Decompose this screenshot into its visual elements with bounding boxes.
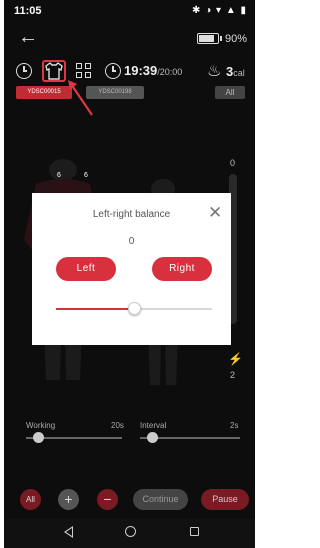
grid-icon[interactable] [76,63,92,79]
working-label: Working [26,421,56,430]
device-row: YDSC00015 YDSC00198 All [4,86,255,100]
nav-home-icon[interactable] [125,526,136,537]
figure-number-left: 6 [57,172,61,179]
intensity-bottom-value: 2 [230,370,236,380]
balance-slider-thumb[interactable] [128,302,141,315]
pause-button[interactable]: Pause [201,489,249,510]
minus-button[interactable]: − [97,489,118,510]
nav-back-icon[interactable] [64,526,73,538]
intensity-top-value: 0 [230,158,236,168]
calories: 3cal [226,64,245,79]
interval-value: 2s [230,421,239,430]
continue-button[interactable]: Continue [133,489,188,510]
balance-slider[interactable] [56,302,212,315]
close-icon[interactable]: ✕ [208,204,222,221]
balance-slider-fill [56,308,134,310]
all-button[interactable]: All [20,489,41,510]
interval-label: Interval [140,421,167,430]
app-screen: 11:05 ✱ ◑ ▾ ▲ ▮ ← 90% 19:39/20:00 ♨ 3cal… [4,0,255,548]
timer-total: /20:00 [157,67,183,77]
session-toolbar: 19:39/20:00 ♨ 3cal [4,60,255,84]
battery-icon [197,33,222,44]
status-time: 11:05 [14,5,42,17]
plus-button[interactable]: + [58,489,79,510]
clock-icon[interactable] [16,63,32,79]
all-devices-button[interactable]: All [215,86,245,99]
status-bar: 11:05 ✱ ◑ ▾ ▲ ▮ [4,0,255,22]
left-button[interactable]: Left [56,257,116,281]
interval-slider-thumb[interactable] [147,432,158,443]
lightning-icon: ⚡ [228,352,243,366]
calories-unit: cal [233,68,245,78]
shirt-icon [45,62,63,80]
annotation-arrow-icon [68,80,93,116]
back-arrow-icon[interactable]: ← [18,26,38,49]
suit-icon-button[interactable] [42,60,66,82]
timer-icon [105,63,121,79]
balance-value: 0 [128,236,135,247]
session-timer: 19:39/20:00 [124,63,182,78]
figure-number-right: 6 [84,172,88,179]
timer-current: 19:39 [124,63,158,78]
dialog-title: Left-right balance [92,209,171,220]
system-nav-bar [4,519,255,548]
balance-dialog: Left-right balance ✕ 0 Left Right [32,193,231,345]
right-button[interactable]: Right [152,257,212,281]
device-chip-1[interactable]: YDSC00015 [16,86,72,99]
top-bar: ← 90% [4,26,255,52]
nav-recents-icon[interactable] [190,527,199,536]
working-slider-thumb[interactable] [32,432,44,443]
working-value: 20s [111,421,124,430]
flame-icon: ♨ [207,63,222,80]
status-icons: ✱ ◑ ▾ ▲ ▮ [192,5,247,16]
battery-percent: 90% [224,33,247,45]
